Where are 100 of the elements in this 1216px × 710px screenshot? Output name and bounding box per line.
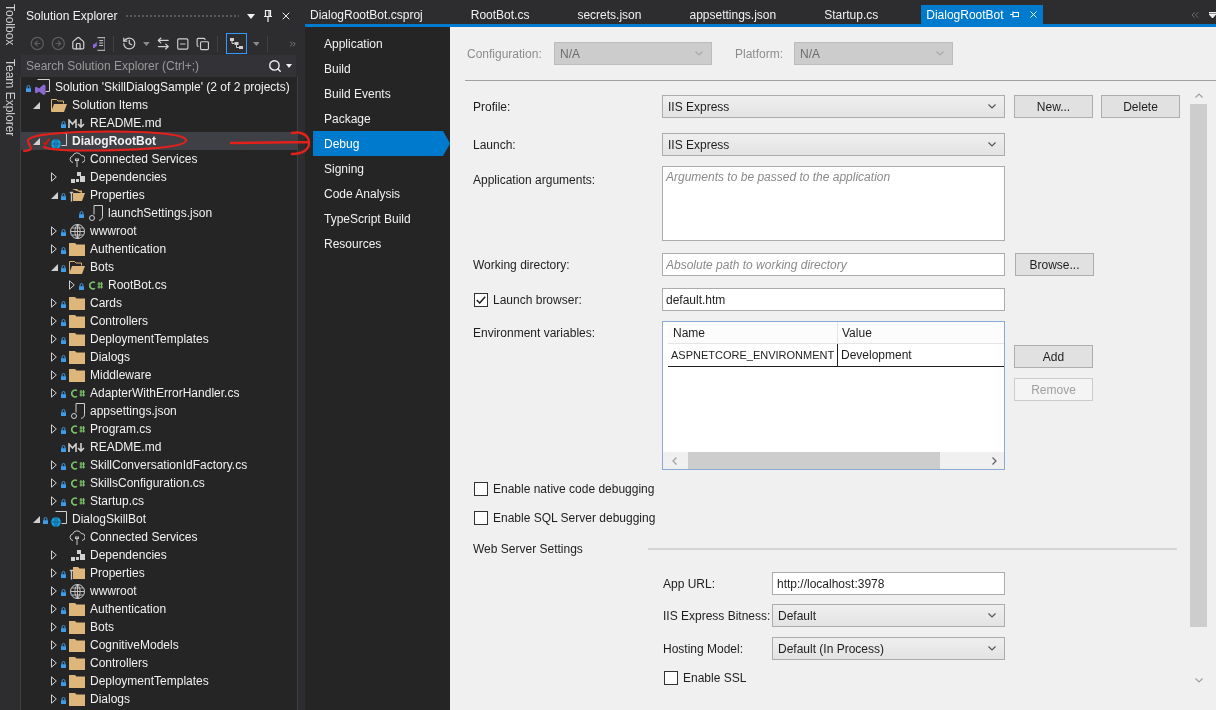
profile-button[interactable]: New...: [1014, 95, 1093, 118]
checkbox[interactable]: [474, 482, 488, 496]
tree-item[interactable]: appsettings.json: [21, 402, 297, 420]
tree-item[interactable]: Dependencies: [21, 546, 297, 564]
collapsed-triangle-icon[interactable]: [51, 496, 57, 506]
editor-tab[interactable]: DialogRootBot.csproj: [305, 5, 466, 24]
scrollbar-thumb[interactable]: [1190, 104, 1207, 627]
browse-button[interactable]: Browse...: [1015, 253, 1094, 276]
side-tab[interactable]: Toolbox: [1, 4, 19, 46]
search-icon[interactable]: [268, 59, 282, 73]
tree-item[interactable]: Controllers: [21, 654, 297, 672]
app-url-field[interactable]: http://localhost:3978: [772, 572, 1005, 595]
property-page-tab[interactable]: TypeScript Build: [313, 206, 450, 231]
tree-item[interactable]: launchSettings.json: [21, 204, 297, 222]
tree-item[interactable]: README.md: [21, 114, 297, 132]
tree-item[interactable]: wwwroot: [21, 582, 297, 600]
tree-item[interactable]: Dependencies: [21, 168, 297, 186]
document-icon[interactable]: [91, 36, 106, 51]
property-page-tab[interactable]: Code Analysis: [313, 181, 450, 206]
tree-item[interactable]: Properties: [21, 564, 297, 582]
pin-icon[interactable]: [264, 10, 272, 22]
collapsed-triangle-icon[interactable]: [51, 550, 57, 560]
collapsed-triangle-icon[interactable]: [51, 586, 57, 596]
collapsed-triangle-icon[interactable]: [51, 352, 57, 362]
expanded-triangle-icon[interactable]: [50, 263, 58, 271]
property-page-tab[interactable]: Build Events: [313, 81, 450, 106]
tree-item[interactable]: Controllers: [21, 312, 297, 330]
collapsed-triangle-icon[interactable]: [69, 280, 75, 290]
collapsed-triangle-icon[interactable]: [51, 658, 57, 668]
collapsed-triangle-icon[interactable]: [51, 460, 57, 470]
column-header[interactable]: Name: [668, 322, 838, 344]
collapsed-triangle-icon[interactable]: [51, 370, 57, 380]
bitness-dropdown[interactable]: Default: [772, 604, 1005, 627]
close-icon[interactable]: [280, 10, 292, 22]
tree-item[interactable]: Solution Items: [21, 96, 297, 114]
checkbox[interactable]: [474, 292, 488, 307]
search-field[interactable]: Search Solution Explorer (Ctrl+;): [21, 55, 296, 77]
tree-item[interactable]: CognitiveModels: [21, 636, 297, 654]
launch-dropdown[interactable]: IIS Express: [662, 133, 1005, 156]
property-page-tab[interactable]: Debug: [313, 131, 450, 156]
tree-item[interactable]: DeploymentTemplates: [21, 330, 297, 348]
collapsed-triangle-icon[interactable]: [51, 388, 57, 398]
collapsed-triangle-icon[interactable]: [51, 172, 57, 182]
tree-item[interactable]: Dialogs: [21, 690, 297, 708]
tree-item[interactable]: README.md: [21, 438, 297, 456]
tree-item[interactable]: Authentication: [21, 240, 297, 258]
tree-item[interactable]: SkillsConfiguration.cs: [21, 474, 297, 492]
collapsed-triangle-icon[interactable]: [51, 226, 57, 236]
url-field[interactable]: default.htm: [662, 288, 1005, 311]
side-tab[interactable]: Team Explorer: [1, 59, 19, 137]
property-page-tab[interactable]: Resources: [313, 231, 450, 256]
variable-button[interactable]: Add: [1014, 345, 1093, 368]
arguments-field[interactable]: Arguments to be passed to the application: [662, 166, 1005, 241]
expanded-triangle-icon[interactable]: [32, 515, 40, 523]
profile-dropdown[interactable]: IIS Express: [662, 95, 1005, 118]
scrollbar-thumb[interactable]: [688, 452, 940, 469]
tree-item[interactable]: Connected Services: [21, 150, 297, 168]
tree-item[interactable]: wwwroot: [21, 222, 297, 240]
collapsed-triangle-icon[interactable]: [51, 316, 57, 326]
property-page-tab[interactable]: Package: [313, 106, 450, 131]
tree-item[interactable]: Connected Services: [21, 528, 297, 546]
editor-tab[interactable]: appsettings.json: [684, 5, 820, 24]
checkbox[interactable]: [664, 671, 678, 685]
expanded-triangle-icon[interactable]: [32, 137, 40, 145]
history-icon[interactable]: [122, 36, 137, 51]
tree-item[interactable]: Cards: [21, 294, 297, 312]
tree-item[interactable]: AdapterWithErrorHandler.cs: [21, 384, 297, 402]
editor-tab[interactable]: secrets.json: [572, 5, 685, 24]
tree-item[interactable]: DeploymentTemplates: [21, 672, 297, 690]
collapsed-triangle-icon[interactable]: [51, 676, 57, 686]
collapsed-triangle-icon[interactable]: [51, 568, 57, 578]
caret-icon[interactable]: [286, 64, 292, 68]
hosting-model-dropdown[interactable]: Default (In Process): [772, 637, 1005, 660]
tree-item[interactable]: Program.cs: [21, 420, 297, 438]
collapsed-triangle-icon[interactable]: [51, 640, 57, 650]
tree-item[interactable]: Dialogs: [21, 348, 297, 366]
tree-item[interactable]: Startup.cs: [21, 492, 297, 510]
collapsed-triangle-icon[interactable]: [51, 244, 57, 254]
sync-arrows-icon[interactable]: [155, 36, 171, 51]
tree-item[interactable]: Authentication: [21, 600, 297, 618]
collapsed-triangle-icon[interactable]: [51, 478, 57, 488]
tree-item[interactable]: SkillConversationIdFactory.cs: [21, 456, 297, 474]
collapsed-triangle-icon[interactable]: [51, 334, 57, 344]
property-page-tab[interactable]: Signing: [313, 156, 450, 181]
expanded-triangle-icon[interactable]: [32, 101, 40, 109]
collapsed-triangle-icon[interactable]: [51, 694, 57, 704]
scroll-right-icon[interactable]: [992, 456, 997, 465]
collapsed-triangle-icon[interactable]: [51, 604, 57, 614]
dropdown-triangle-icon[interactable]: [247, 13, 255, 19]
collapsed-triangle-icon[interactable]: [51, 298, 57, 308]
property-page-tab[interactable]: Application: [313, 31, 450, 56]
editor-tab[interactable]: Startup.cs: [819, 5, 922, 24]
toggle-button[interactable]: [226, 33, 247, 54]
property-page-tab[interactable]: Build: [313, 56, 450, 81]
tree-item[interactable]: Bots: [21, 258, 297, 276]
tree-item[interactable]: DialogSkillBot: [21, 510, 297, 528]
profile-button[interactable]: Delete: [1101, 95, 1180, 118]
checkbox[interactable]: [474, 511, 488, 525]
editor-tab[interactable]: RootBot.cs: [465, 5, 573, 24]
collapse-all-icon[interactable]: [176, 36, 190, 51]
